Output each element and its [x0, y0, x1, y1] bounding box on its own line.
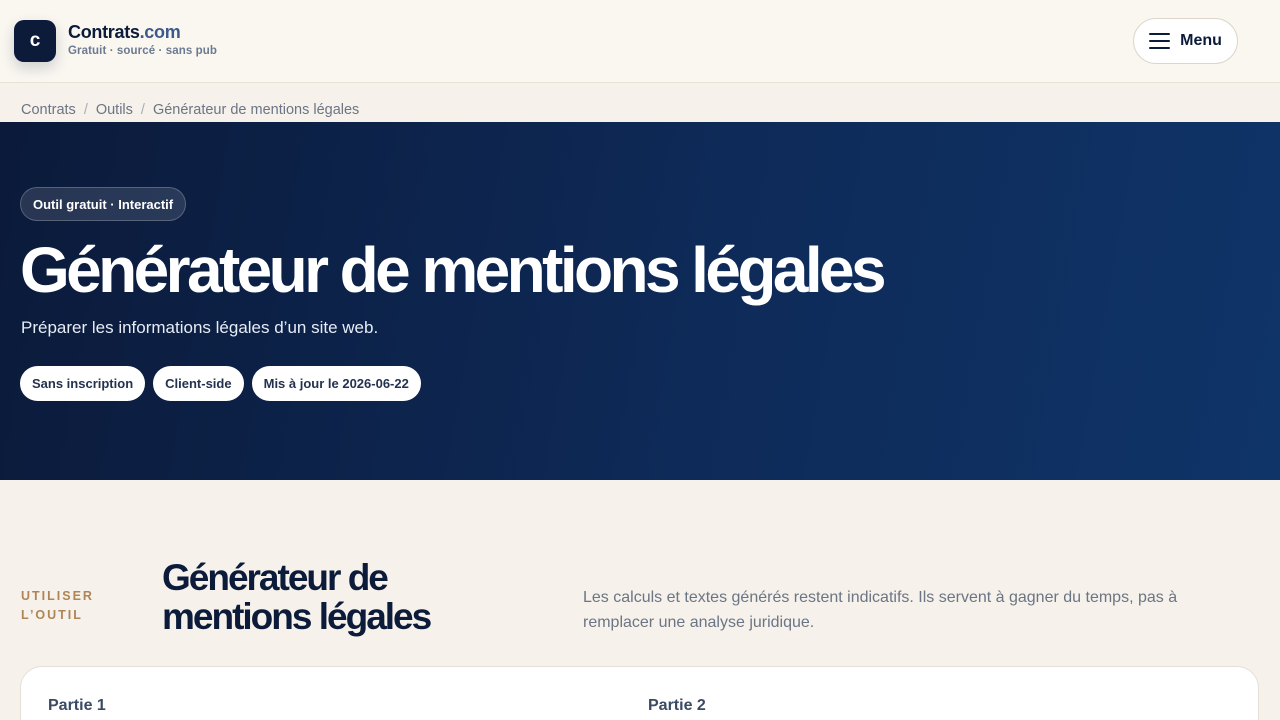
brand-name: Contrats.com — [68, 22, 217, 42]
hamburger-icon — [1149, 33, 1171, 49]
part-1-label: Partie 1 — [48, 697, 106, 714]
brand-tagline: Gratuit · sourcé · sans pub — [68, 45, 218, 57]
chip-client-side: Client-side — [153, 366, 244, 401]
menu-button[interactable]: Menu — [1133, 18, 1238, 64]
brand[interactable]: Contrats.com Gratuit · sourcé · sans pub — [68, 22, 217, 57]
generator-form-card: Partie 1 Partie 2 — [20, 666, 1259, 720]
part-2-label: Partie 2 — [648, 697, 706, 714]
hero-banner: Outil gratuit · Interactif Générateur de… — [0, 122, 1280, 480]
menu-button-label: Menu — [1180, 32, 1222, 49]
breadcrumb-item-contrats[interactable]: Contrats — [21, 102, 76, 118]
breadcrumb-item-current: Générateur de mentions légales — [152, 102, 360, 118]
section-kicker-line-2: L’OUTIL — [21, 608, 83, 622]
page-subtitle: Préparer les informations légales d’un s… — [21, 318, 379, 337]
breadcrumb: Contrats / Outils / Générateur de mentio… — [21, 101, 359, 119]
section-title: Générateur de mentions légales — [162, 557, 432, 637]
page-title: Générateur de mentions légales — [20, 234, 887, 306]
site-header: c Contrats.com Gratuit · sourcé · sans p… — [0, 0, 1280, 83]
breadcrumb-separator: / — [140, 102, 145, 118]
brand-ext: .com — [139, 22, 181, 42]
hero-badge: Outil gratuit · Interactif — [20, 187, 187, 221]
brand-main: Contrats — [68, 22, 140, 42]
section-description: Les calculs et textes générés restent in… — [583, 589, 1178, 631]
section-kicker: UTILISER L’OUTIL — [21, 587, 94, 625]
breadcrumb-item-outils[interactable]: Outils — [96, 102, 133, 118]
logo-icon[interactable]: c — [14, 20, 56, 62]
hero-chips: Sans inscription Client-side Mis à jour … — [20, 366, 421, 401]
chip-updated-date: Mis à jour le 2026-06-22 — [251, 366, 421, 401]
section-kicker-line-1: UTILISER — [21, 589, 94, 603]
chip-sans-inscription: Sans inscription — [20, 366, 146, 401]
breadcrumb-separator: / — [83, 102, 88, 118]
